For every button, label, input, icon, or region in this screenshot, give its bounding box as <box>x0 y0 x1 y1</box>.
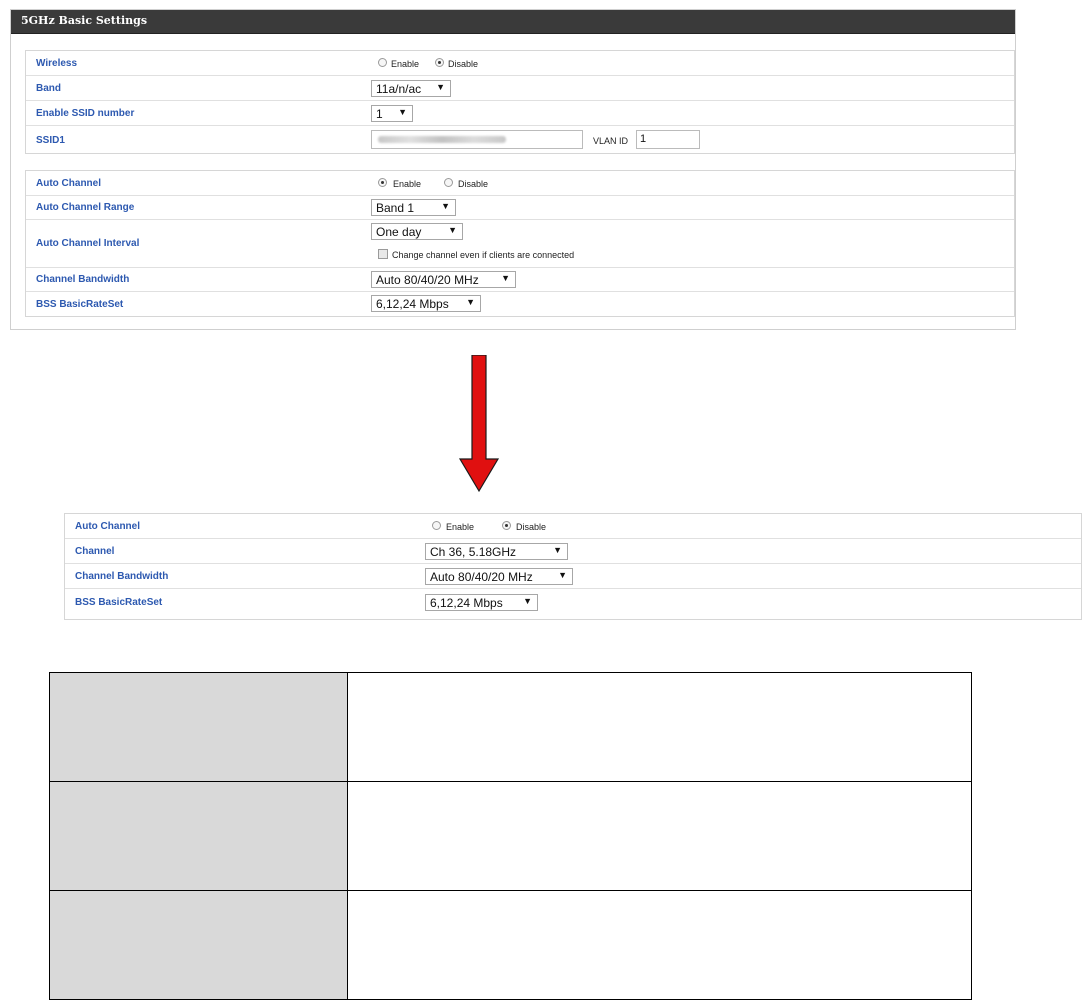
ssid-number-label: Enable SSID number <box>36 108 135 119</box>
channel-bandwidth-value: Auto 80/40/20 MHz <box>376 273 479 287</box>
auto-channel-row: Auto Channel Enable Disable <box>65 514 1081 539</box>
wireless-section: Wireless Enable Disable Band 11a/n/ac ▼ … <box>25 50 1015 154</box>
down-arrow-icon <box>458 355 500 493</box>
auto-channel-disable-radio[interactable] <box>502 521 511 530</box>
bss-rate-select[interactable]: 6,12,24 Mbps ▼ <box>371 295 481 312</box>
band-row: Band 11a/n/ac ▼ <box>26 76 1014 101</box>
bss-rate-label: BSS BasicRateSet <box>75 597 163 608</box>
band-label: Band <box>36 83 61 94</box>
wireless-enable-label: Enable <box>391 59 420 69</box>
blurred-ssid-text <box>378 136 506 143</box>
channel-bandwidth-select[interactable]: Auto 80/40/20 MHz ▼ <box>425 568 573 585</box>
wireless-label: Wireless <box>36 58 78 69</box>
chevron-down-icon: ▼ <box>441 201 450 211</box>
channel-row: Channel Ch 36, 5.18GHz ▼ <box>65 539 1081 564</box>
table-key-cell <box>49 781 348 891</box>
channel-bandwidth-value: Auto 80/40/20 MHz <box>430 570 533 584</box>
ssid1-row: SSID1 VLAN ID 1 <box>26 126 1014 155</box>
change-channel-checkbox[interactable] <box>378 249 388 259</box>
panel-title: 5GHz Basic Settings <box>21 14 148 27</box>
vlan-id-label: VLAN ID <box>593 136 629 146</box>
auto-channel-range-label: Auto Channel Range <box>36 202 135 213</box>
chevron-down-icon: ▼ <box>523 596 532 606</box>
channel-section: Auto Channel Enable Disable Auto Channel… <box>25 170 1015 317</box>
wireless-disable-radio[interactable] <box>435 58 444 67</box>
ssid-number-select[interactable]: 1 ▼ <box>371 105 413 122</box>
chevron-down-icon: ▼ <box>553 545 562 555</box>
bss-rate-value: 6,12,24 Mbps <box>376 297 449 311</box>
table-desc-cell <box>347 781 972 891</box>
auto-channel-interval-row: Auto Channel Interval One day ▼ Change c… <box>26 220 1014 268</box>
vlan-id-input[interactable]: 1 <box>636 130 700 149</box>
auto-channel-row: Auto Channel Enable Disable <box>26 171 1014 196</box>
channel-label: Channel <box>75 546 115 557</box>
change-channel-checkbox-label: Change channel even if clients are conne… <box>392 250 575 260</box>
channel-bandwidth-row: Channel Bandwidth Auto 80/40/20 MHz ▼ <box>26 268 1014 292</box>
table-row <box>49 672 972 782</box>
auto-channel-range-select[interactable]: Band 1 ▼ <box>371 199 456 216</box>
basic-settings-panel: 5GHz Basic Settings Wireless Enable Disa… <box>10 9 1016 330</box>
auto-channel-interval-select[interactable]: One day ▼ <box>371 223 463 240</box>
panel-header: 5GHz Basic Settings <box>11 10 1015 34</box>
wireless-enable-radio[interactable] <box>378 58 387 67</box>
channel-bandwidth-label: Channel Bandwidth <box>36 274 130 285</box>
table-row <box>49 781 972 891</box>
ssid-number-row: Enable SSID number 1 ▼ <box>26 101 1014 126</box>
auto-channel-enable-radio[interactable] <box>378 178 387 187</box>
description-table <box>49 672 972 1000</box>
auto-channel-interval-value: One day <box>376 225 422 239</box>
vlan-id-value: 1 <box>640 133 647 145</box>
bss-rate-row: BSS BasicRateSet 6,12,24 Mbps ▼ <box>26 292 1014 318</box>
ssid1-input[interactable] <box>371 130 583 149</box>
chevron-down-icon: ▼ <box>466 297 475 307</box>
channel-select[interactable]: Ch 36, 5.18GHz ▼ <box>425 543 568 560</box>
chevron-down-icon: ▼ <box>436 82 445 92</box>
auto-channel-label: Auto Channel <box>36 178 101 189</box>
wireless-disable-label: Disable <box>448 59 479 69</box>
bss-rate-label: BSS BasicRateSet <box>36 299 124 310</box>
band-select-value: 11a/n/ac <box>376 82 422 96</box>
ssid-number-select-value: 1 <box>376 107 383 121</box>
table-desc-cell <box>347 672 972 782</box>
auto-channel-interval-label: Auto Channel Interval <box>36 238 140 249</box>
auto-channel-disable-label: Disable <box>458 179 489 189</box>
chevron-down-icon: ▼ <box>448 225 457 235</box>
channel-bandwidth-select[interactable]: Auto 80/40/20 MHz ▼ <box>371 271 516 288</box>
manual-channel-section: Auto Channel Enable Disable Channel Ch 3… <box>64 513 1082 620</box>
ssid1-label: SSID1 <box>36 135 65 146</box>
band-select[interactable]: 11a/n/ac ▼ <box>371 80 451 97</box>
bss-rate-value: 6,12,24 Mbps <box>430 596 503 610</box>
auto-channel-enable-radio[interactable] <box>432 521 441 530</box>
table-key-cell <box>49 890 348 1000</box>
auto-channel-range-row: Auto Channel Range Band 1 ▼ <box>26 196 1014 220</box>
auto-channel-disable-radio[interactable] <box>444 178 453 187</box>
channel-bandwidth-row: Channel Bandwidth Auto 80/40/20 MHz ▼ <box>65 564 1081 589</box>
wireless-row: Wireless Enable Disable <box>26 51 1014 76</box>
table-desc-cell <box>347 890 972 1000</box>
auto-channel-range-value: Band 1 <box>376 201 415 215</box>
auto-channel-disable-label: Disable <box>516 522 547 532</box>
channel-select-value: Ch 36, 5.18GHz <box>430 545 517 559</box>
bss-rate-row: BSS BasicRateSet 6,12,24 Mbps ▼ <box>65 589 1081 619</box>
auto-channel-enable-label: Enable <box>393 179 422 189</box>
chevron-down-icon: ▼ <box>398 107 407 117</box>
chevron-down-icon: ▼ <box>558 570 567 580</box>
auto-channel-enable-label: Enable <box>446 522 475 532</box>
table-key-cell <box>49 672 348 782</box>
chevron-down-icon: ▼ <box>501 273 510 283</box>
table-row <box>49 890 972 1000</box>
channel-bandwidth-label: Channel Bandwidth <box>75 571 169 582</box>
auto-channel-label: Auto Channel <box>75 521 140 532</box>
bss-rate-select[interactable]: 6,12,24 Mbps ▼ <box>425 594 538 611</box>
